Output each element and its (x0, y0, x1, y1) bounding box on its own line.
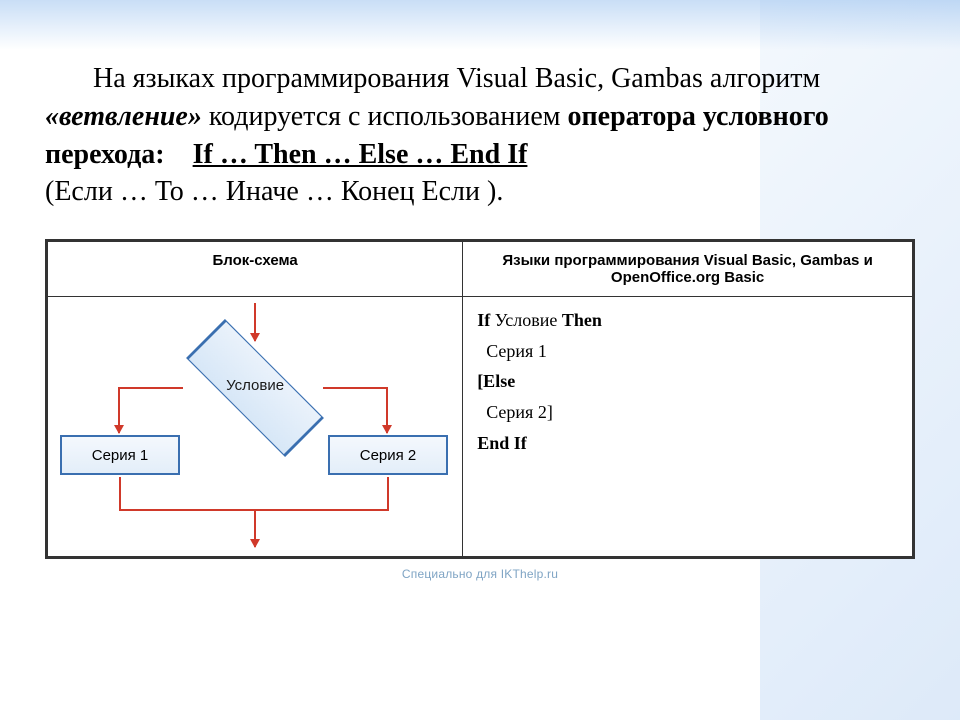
line-left-down (119, 477, 121, 509)
arrow-to-right-box (386, 387, 388, 433)
comparison-table: Блок-схема Языки программирования Visual… (45, 239, 915, 559)
code-line-5: End If (477, 428, 898, 459)
arrow-entry (254, 303, 256, 341)
branch-right-label: Серия 2 (360, 447, 417, 464)
credit-text: Специально для IKThelp.ru (0, 567, 960, 581)
intro-paragraph: На языках программирования Visual Basic,… (45, 60, 915, 211)
kw-else: [Else (477, 371, 515, 391)
text-lead: На языках программирования Visual Basic,… (93, 63, 820, 94)
text-after-term: кодируется с использованием (202, 101, 568, 132)
process-box-right: Серия 2 (328, 435, 448, 475)
decision-diamond: Условие (180, 353, 330, 423)
line-right-down (387, 477, 389, 509)
table-header-flowchart: Блок-схема (48, 242, 463, 297)
translation-text: (Если … То … Иначе … Конец Если ). (45, 176, 503, 207)
flowchart-cell: Условие Серия 1 Серия 2 (48, 297, 463, 557)
kw-end-if: If (509, 433, 527, 453)
kw-end: End (477, 433, 509, 453)
slide-content: На языках программирования Visual Basic,… (0, 0, 960, 579)
condition-label: Условие (180, 377, 330, 394)
code-line-3: [Else (477, 366, 898, 397)
line-left-h (118, 387, 183, 389)
code-line-4: Серия 2] (477, 397, 898, 428)
branch-left-label: Серия 1 (92, 447, 149, 464)
code-cell: If Условие Then Серия 1 [Else Серия 2] E… (463, 297, 913, 557)
table-header-languages: Языки программирования Visual Basic, Gam… (463, 242, 913, 297)
operator-syntax: If … Then … Else … End If (193, 139, 528, 170)
kw-if: If (477, 310, 490, 330)
code-condition: Условие (490, 310, 562, 330)
term-branching: «ветвление» (45, 101, 202, 132)
line-right-h (323, 387, 388, 389)
flowchart-diagram: Условие Серия 1 Серия 2 (48, 297, 462, 556)
code-line-2: Серия 1 (477, 336, 898, 367)
code-line-1: If Условие Then (477, 305, 898, 336)
arrow-exit (254, 509, 256, 547)
kw-then: Then (562, 310, 602, 330)
process-box-left: Серия 1 (60, 435, 180, 475)
arrow-to-left-box (118, 387, 120, 433)
